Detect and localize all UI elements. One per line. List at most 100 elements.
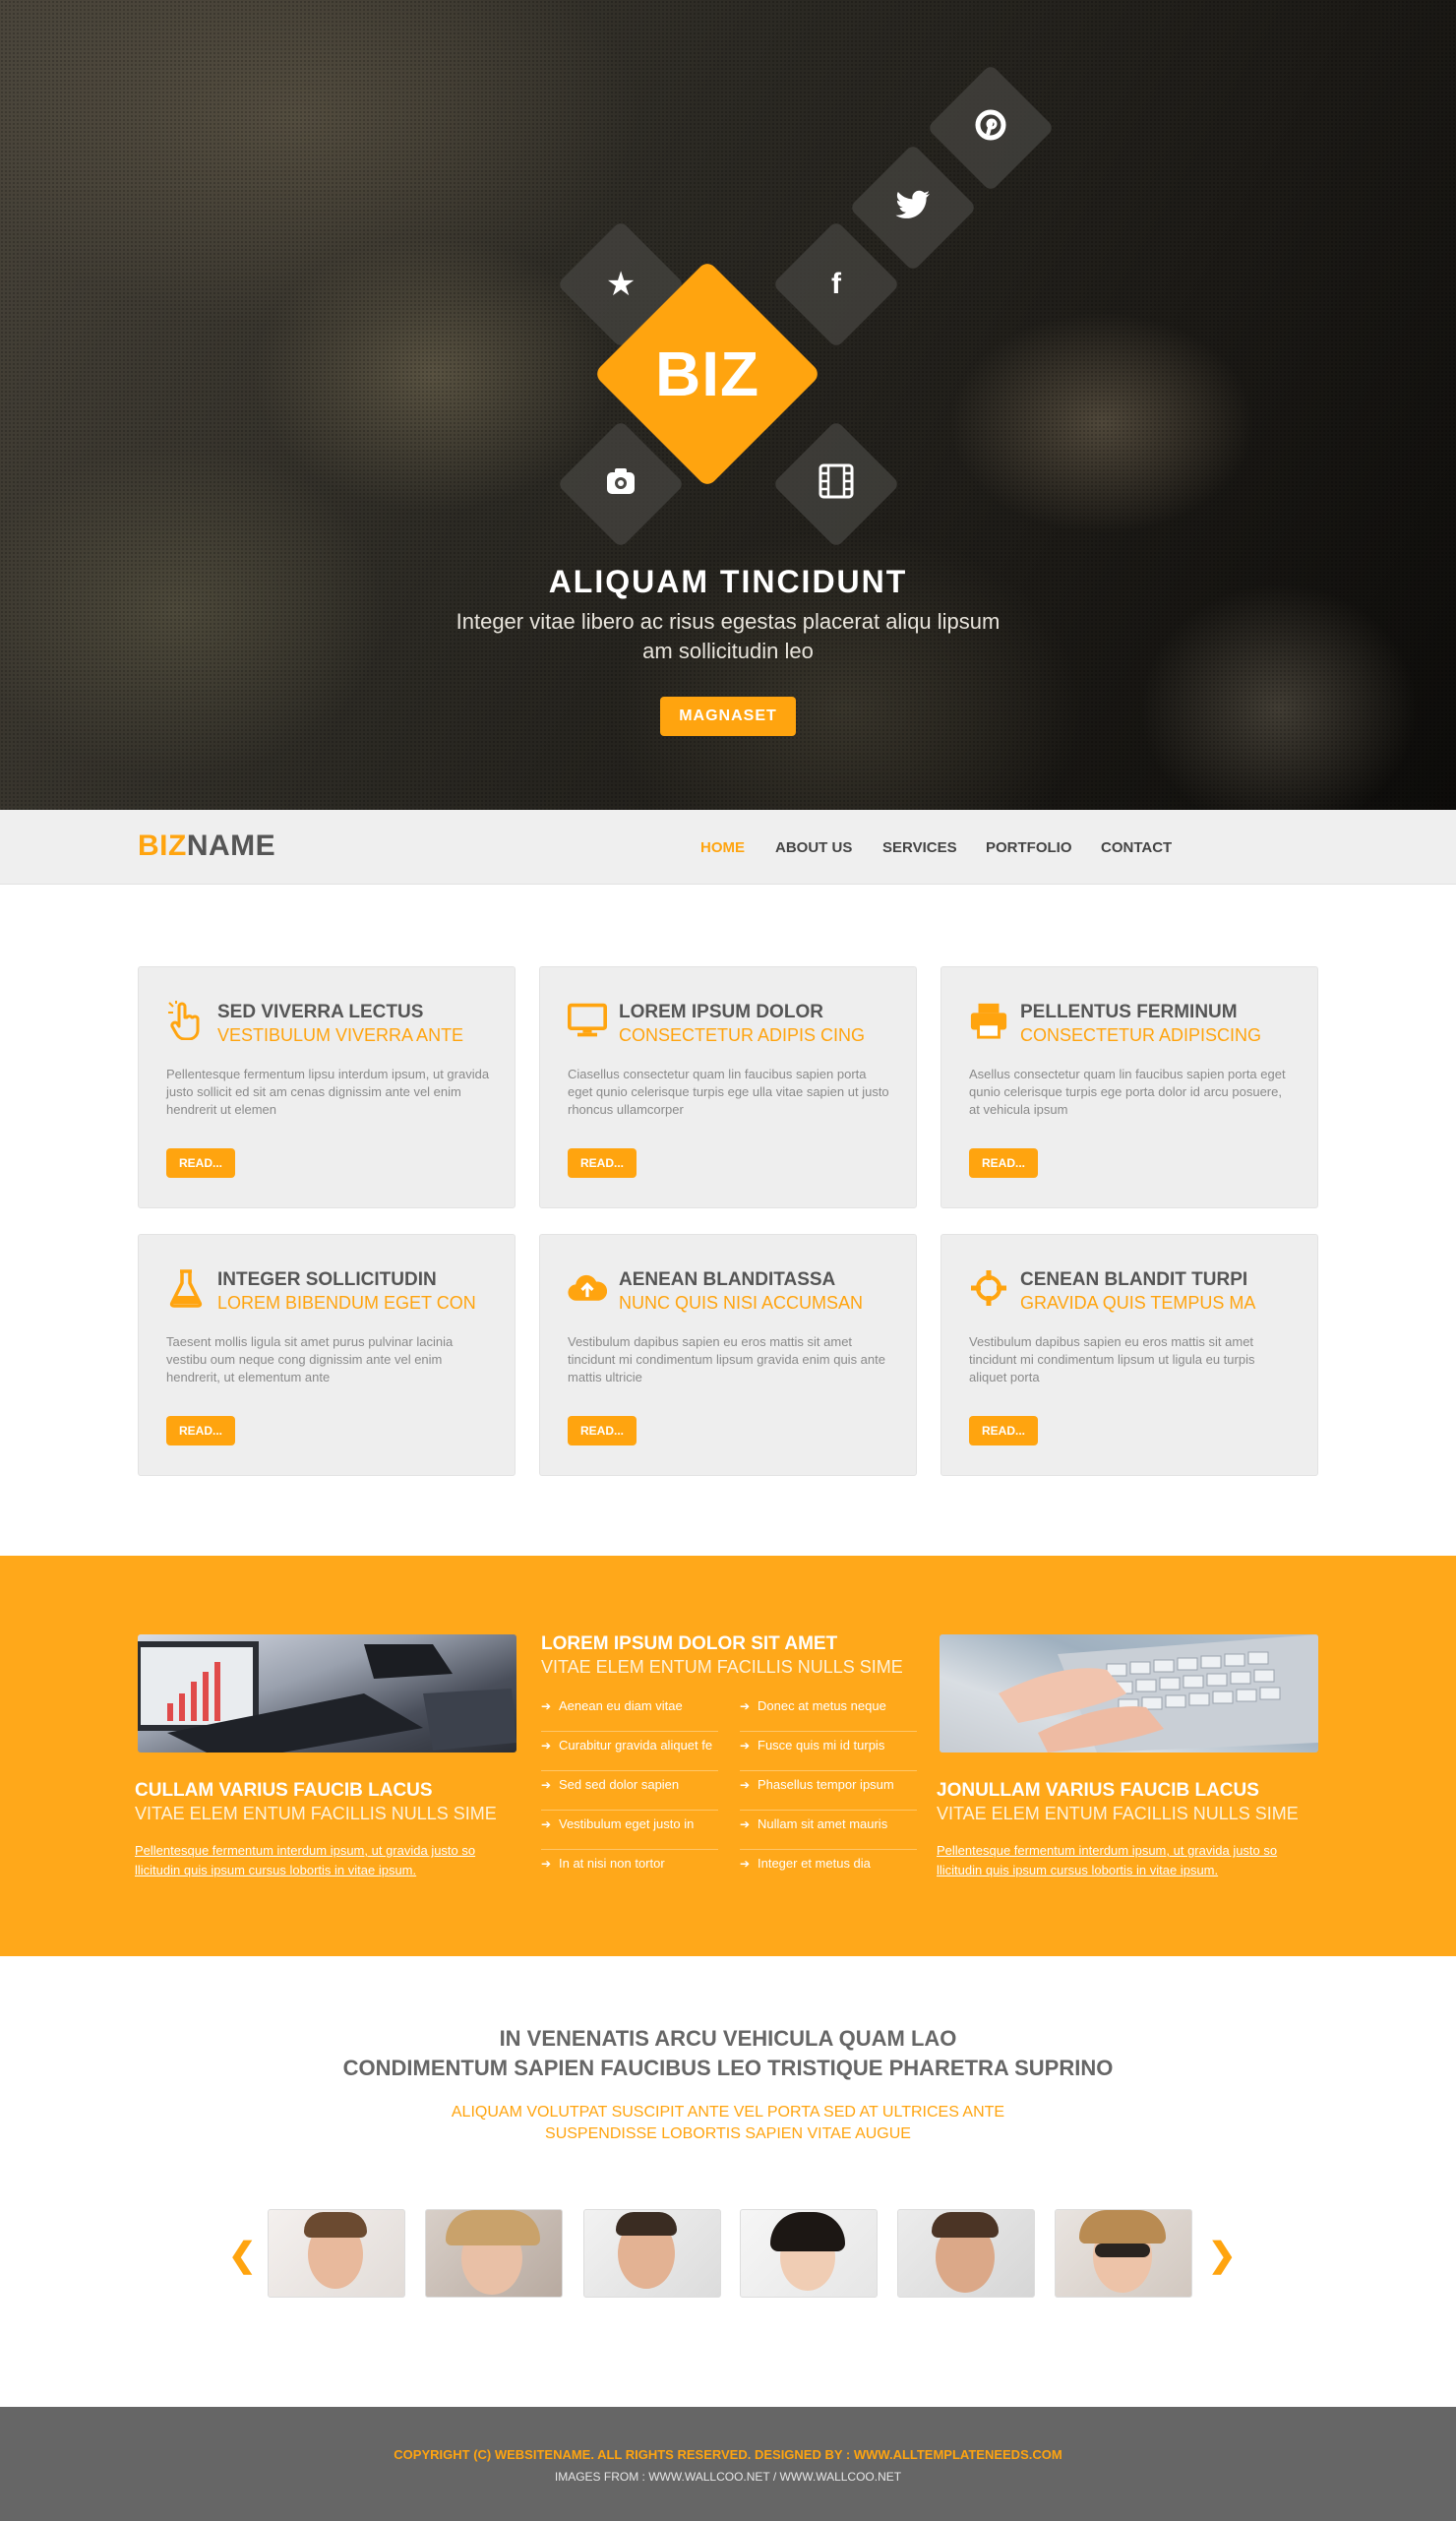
flask-icon bbox=[166, 1268, 206, 1308]
service-title: LOREM IPSUM DOLOR bbox=[619, 1002, 823, 1022]
crosshair-icon bbox=[969, 1268, 1008, 1308]
testimonials-title-line2: CONDIMENTUM SAPIEN FAUCIBUS LEO TRISTIQU… bbox=[342, 2056, 1114, 2080]
arrow-right-icon: ➔ bbox=[740, 1739, 751, 1752]
nav-item-services[interactable]: SERVICES bbox=[882, 839, 957, 856]
brand-logo[interactable]: BIZNAME bbox=[138, 830, 275, 863]
testimonials-title-line1: IN VENENATIS ARCU VEHICULA QUAM LAO bbox=[499, 2026, 957, 2051]
pinterest-tile[interactable] bbox=[926, 63, 1056, 193]
hero-subtitle-line1: Integer vitae libero ac risus egestas pl… bbox=[455, 609, 1001, 634]
service-body: Taesent mollis ligula sit amet purus pul… bbox=[166, 1334, 454, 1384]
film-icon bbox=[818, 462, 855, 506]
brand-accent: BIZ bbox=[138, 830, 187, 862]
service-card: PELLENTUS FERMINUM CONSECTETUR ADIPISCIN… bbox=[940, 966, 1318, 1208]
carousel-next-button[interactable]: ❯ bbox=[1208, 2236, 1237, 2275]
pinterest-icon bbox=[975, 109, 1006, 147]
star-icon: ★ bbox=[605, 265, 637, 303]
arrow-right-icon: ➔ bbox=[740, 1817, 751, 1831]
band-center-subtitle: VITAE ELEM ENTUM FACILLIS NULLS SIME bbox=[541, 1657, 903, 1677]
list-item-label: Integer et metus dia bbox=[758, 1856, 871, 1871]
service-body: Pellentesque fermentum lipsu interdum ip… bbox=[166, 1067, 490, 1117]
person-photo[interactable] bbox=[583, 2209, 721, 2298]
feature-band: CULLAM VARIUS FAUCIB LACUS VITAE ELEM EN… bbox=[0, 1556, 1456, 1956]
arrow-right-icon: ➔ bbox=[740, 1699, 751, 1713]
typing-photo bbox=[940, 1634, 1318, 1752]
service-body: Asellus consectetur quam lin faucibus sa… bbox=[969, 1067, 1286, 1117]
read-more-button[interactable]: READ... bbox=[166, 1148, 235, 1178]
service-title: INTEGER SOLLICITUDIN bbox=[217, 1269, 437, 1290]
biz-logo: BIZ bbox=[654, 338, 760, 409]
brand-rest: NAME bbox=[186, 830, 276, 862]
nav-item-about-us[interactable]: ABOUT US bbox=[775, 839, 852, 856]
band-left-subtitle: VITAE ELEM ENTUM FACILLIS NULLS SIME bbox=[135, 1804, 497, 1823]
list-item[interactable]: ➔ Vestibulum eget justo in bbox=[541, 1811, 718, 1850]
list-item[interactable]: ➔ Integer et metus dia bbox=[740, 1850, 917, 1889]
list-item[interactable]: ➔ Donec at metus neque bbox=[740, 1692, 917, 1732]
band-right-subtitle: VITAE ELEM ENTUM FACILLIS NULLS SIME bbox=[937, 1804, 1299, 1823]
read-more-button[interactable]: READ... bbox=[969, 1148, 1038, 1178]
carousel-prev-button[interactable]: ❮ bbox=[228, 2236, 257, 2275]
hero-cta-button[interactable]: MAGNASET bbox=[660, 697, 796, 736]
service-body: Vestibulum dapibus sapien eu eros mattis… bbox=[568, 1334, 885, 1384]
person-photo[interactable] bbox=[425, 2209, 563, 2298]
band-left-title: CULLAM VARIUS FAUCIB LACUS bbox=[135, 1780, 433, 1801]
service-card: LOREM IPSUM DOLOR CONSECTETUR ADIPIS CIN… bbox=[539, 966, 917, 1208]
service-subtitle: VESTIBULUM VIVERRA ANTE bbox=[217, 1025, 464, 1045]
service-card: INTEGER SOLLICITUDIN LOREM BIBENDUM EGET… bbox=[138, 1234, 516, 1476]
service-body: Ciasellus consectetur quam lin faucibus … bbox=[568, 1067, 889, 1117]
main-navbar: BIZNAME HOME ABOUT US SERVICES PORTFOLIO… bbox=[0, 810, 1456, 885]
list-item-label: Vestibulum eget justo in bbox=[559, 1816, 695, 1831]
twitter-icon bbox=[895, 190, 931, 225]
hero-banner: ★ f BIZ ALIQUAM TINCIDUNT Integer vitae … bbox=[0, 0, 1456, 810]
hand-pointer-icon bbox=[166, 1001, 206, 1040]
nav-item-home[interactable]: HOME bbox=[700, 839, 745, 856]
service-subtitle: LOREM BIBENDUM EGET CON bbox=[217, 1293, 476, 1313]
list-item[interactable]: ➔ Nullam sit amet mauris bbox=[740, 1811, 917, 1850]
list-item-label: Nullam sit amet mauris bbox=[758, 1816, 888, 1831]
hero-subtitle-line2: am sollicitudin leo bbox=[642, 639, 814, 663]
person-photo[interactable] bbox=[897, 2209, 1035, 2298]
band-center-title: LOREM IPSUM DOLOR SIT AMET bbox=[541, 1633, 838, 1654]
list-item[interactable]: ➔ Curabitur gravida aliquet fe bbox=[541, 1732, 718, 1771]
hero-subtitle: Integer vitae libero ac risus egestas pl… bbox=[384, 607, 1072, 666]
list-item[interactable]: ➔ Phasellus tempor ipsum bbox=[740, 1771, 917, 1811]
band-left-link[interactable]: Pellentesque fermentum interdum ipsum, u… bbox=[135, 1841, 514, 1880]
arrow-right-icon: ➔ bbox=[541, 1778, 552, 1792]
camera-icon bbox=[603, 463, 638, 505]
printer-icon bbox=[969, 1001, 1008, 1040]
read-more-button[interactable]: READ... bbox=[568, 1416, 637, 1445]
arrow-right-icon: ➔ bbox=[541, 1817, 552, 1831]
list-item[interactable]: ➔ In at nisi non tortor bbox=[541, 1850, 718, 1889]
service-subtitle: NUNC QUIS NISI ACCUMSAN bbox=[619, 1293, 864, 1313]
testimonials-subtitle-line2: SUSPENDISSE LOBORTIS SAPIEN VITAE AUGUE bbox=[545, 2125, 911, 2142]
list-item-label: Phasellus tempor ipsum bbox=[758, 1777, 894, 1792]
nav-item-portfolio[interactable]: PORTFOLIO bbox=[986, 839, 1072, 856]
list-item-label: Fusce quis mi id turpis bbox=[758, 1738, 885, 1752]
service-title: CENEAN BLANDIT TURPI bbox=[1020, 1269, 1248, 1290]
list-item[interactable]: ➔ Fusce quis mi id turpis bbox=[740, 1732, 917, 1771]
read-more-button[interactable]: READ... bbox=[568, 1148, 637, 1178]
band-right-link[interactable]: Pellentesque fermentum interdum ipsum, u… bbox=[937, 1841, 1315, 1880]
read-more-button[interactable]: READ... bbox=[969, 1416, 1038, 1445]
cloud-upload-icon bbox=[568, 1268, 607, 1308]
service-subtitle: CONSECTETUR ADIPIS CING bbox=[619, 1025, 866, 1045]
service-card: CENEAN BLANDIT TURPI GRAVIDA QUIS TEMPUS… bbox=[940, 1234, 1318, 1476]
monitor-icon bbox=[568, 1001, 607, 1040]
service-title: AENEAN BLANDITASSA bbox=[619, 1269, 836, 1290]
person-photo[interactable] bbox=[740, 2209, 878, 2298]
service-subtitle: GRAVIDA QUIS TEMPUS MA bbox=[1020, 1293, 1256, 1313]
testimonials-title: IN VENENATIS ARCU VEHICULA QUAM LAO COND… bbox=[0, 2024, 1456, 2083]
service-card: AENEAN BLANDITASSA NUNC QUIS NISI ACCUMS… bbox=[539, 1234, 917, 1476]
arrow-right-icon: ➔ bbox=[541, 1739, 552, 1752]
facebook-icon: f bbox=[831, 268, 841, 300]
list-item-label: Curabitur gravida aliquet fe bbox=[559, 1738, 713, 1752]
service-title: SED VIVERRA LECTUS bbox=[217, 1002, 424, 1022]
person-photo[interactable] bbox=[1055, 2209, 1192, 2298]
nav-item-contact[interactable]: CONTACT bbox=[1101, 839, 1172, 856]
film-tile[interactable] bbox=[771, 419, 901, 549]
person-photo[interactable] bbox=[268, 2209, 405, 2298]
read-more-button[interactable]: READ... bbox=[166, 1416, 235, 1445]
list-item[interactable]: ➔ Sed sed dolor sapien bbox=[541, 1771, 718, 1811]
arrow-right-icon: ➔ bbox=[541, 1699, 552, 1713]
list-item-label: Sed sed dolor sapien bbox=[559, 1777, 680, 1792]
list-item[interactable]: ➔ Aenean eu diam vitae bbox=[541, 1692, 718, 1732]
